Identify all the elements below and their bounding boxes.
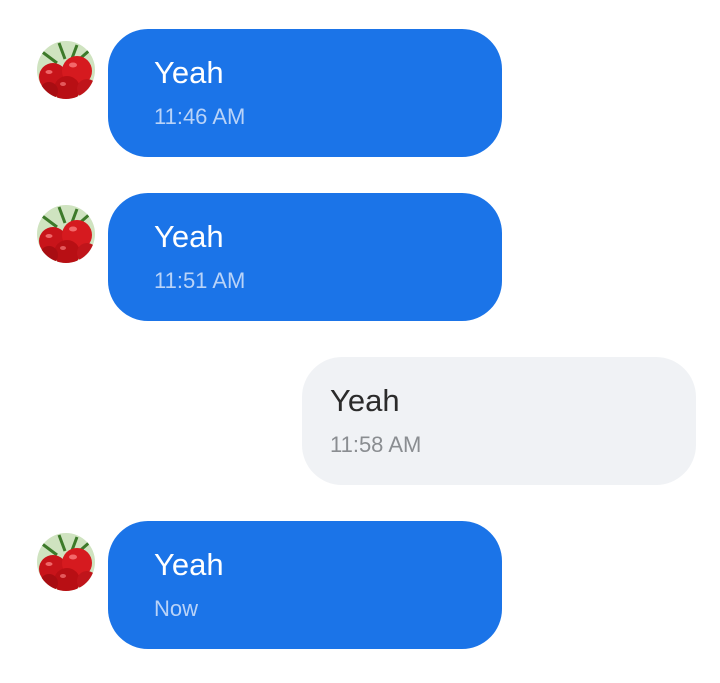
tomato-avatar-icon[interactable] [37,533,95,591]
message-text: Yeah [330,383,400,418]
incoming-message-bubble[interactable]: Yeah 11:46 AM [108,29,502,157]
tomato-avatar-icon[interactable] [37,205,95,263]
message-row: Yeah 11:46 AM [0,29,720,157]
message-row: Yeah Now [0,521,720,649]
message-text: Yeah [154,55,224,90]
message-text: Yeah [154,219,224,254]
message-timestamp: Now [154,596,199,621]
incoming-message-bubble[interactable]: Yeah 11:51 AM [108,193,502,321]
message-timestamp: 11:46 AM [154,104,246,129]
message-row: Yeah 11:51 AM [0,193,720,321]
message-text: Yeah [154,547,224,582]
tomato-avatar-icon[interactable] [37,41,95,99]
message-row: Yeah 11:58 AM [0,357,720,485]
message-timestamp: 11:58 AM [330,432,422,457]
outgoing-message-bubble[interactable]: Yeah 11:58 AM [302,357,696,485]
message-timestamp: 11:51 AM [154,268,246,293]
incoming-message-bubble[interactable]: Yeah Now [108,521,502,649]
